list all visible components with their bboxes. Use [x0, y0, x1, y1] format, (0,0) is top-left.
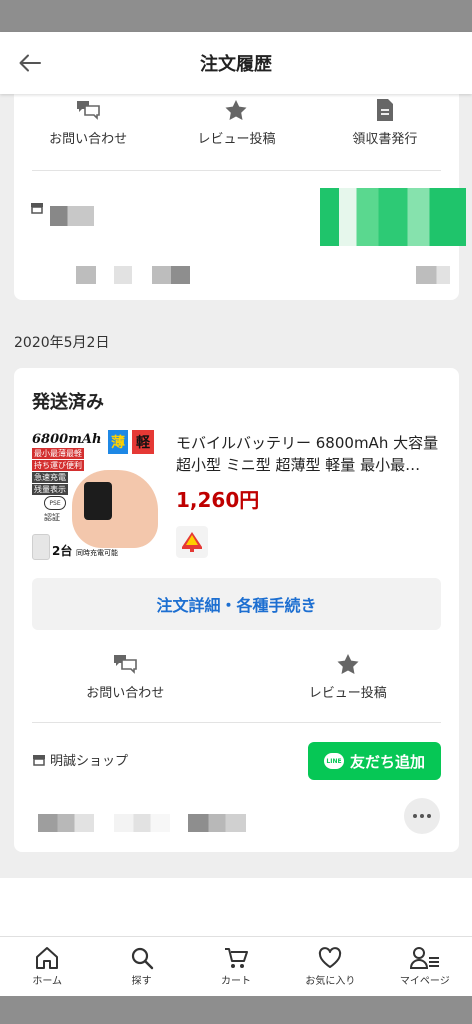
thumb-capacity: 6800mAh: [32, 432, 102, 447]
order-details-button[interactable]: 注文詳細・各種手続き: [32, 578, 441, 630]
shop-link[interactable]: 明誠ショップ: [32, 750, 128, 769]
status-bar: [0, 0, 472, 32]
review-button[interactable]: レビュー投稿: [237, 650, 460, 710]
shop-name: 明誠ショップ: [50, 754, 129, 769]
contact-label: お問い合わせ: [49, 132, 128, 147]
document-icon: [376, 99, 393, 121]
divider: [32, 170, 441, 171]
more-options-button[interactable]: [404, 798, 440, 834]
previous-order-card: お問い合わせ レビュー投稿 領収書発行: [14, 80, 466, 300]
tab-favorites-label: お気に入り: [305, 976, 356, 987]
product-name[interactable]: モバイルバッテリー 6800mAh 大容量 超小型 ミニ型 超薄型 軽量 最小最…: [176, 432, 446, 476]
app-header: 注文履歴: [0, 32, 472, 94]
heart-icon: [319, 947, 342, 968]
chat-icon: [114, 655, 138, 674]
list-end-area: [0, 878, 472, 936]
redacted-item-2: [114, 814, 170, 832]
back-button[interactable]: [14, 49, 46, 77]
shipping-status: 発送済み: [32, 392, 104, 413]
chat-icon: [77, 101, 100, 120]
redacted-friend-button: [320, 188, 466, 246]
tab-search-label: 探す: [131, 976, 152, 987]
redacted-item-2: [114, 266, 132, 284]
thumb-battery: [84, 482, 112, 520]
thumb-bottom-big: 2台: [52, 544, 73, 558]
page-title: 注文履歴: [200, 54, 272, 75]
redacted-item-4: [416, 266, 450, 284]
order-card: 発送済み 6800mAh 薄 軽 最小最薄最軽 持ち運び便利 急速充電 残量表示…: [14, 368, 459, 852]
bottom-tab-bar: ホーム 探す カート お気に入り マイページ: [0, 936, 472, 996]
arrow-left-icon: [19, 54, 41, 72]
review-label: レビュー投稿: [197, 132, 276, 147]
review-label: レビュー投稿: [308, 686, 387, 701]
contact-button[interactable]: お問い合わせ: [14, 96, 162, 156]
thumb-cert: 認証: [44, 513, 60, 522]
contact-label: お問い合わせ: [86, 686, 165, 701]
tab-home[interactable]: ホーム: [0, 937, 94, 996]
shop-icon: [31, 203, 43, 214]
product-price: 1,260円: [176, 488, 260, 512]
product-image[interactable]: 6800mAh 薄 軽 最小最薄最軽 持ち運び便利 急速充電 残量表示 PSE …: [32, 430, 158, 560]
redacted-item-3: [152, 266, 190, 284]
shop-logo[interactable]: [176, 526, 208, 558]
contact-button[interactable]: お問い合わせ: [14, 650, 237, 710]
add-friend-button[interactable]: LINE 友だち追加: [308, 742, 441, 780]
tent-logo-icon: [182, 532, 202, 552]
home-icon: [36, 947, 59, 969]
ellipsis-icon: [413, 814, 431, 818]
review-button[interactable]: レビュー投稿: [162, 96, 310, 156]
add-friend-label: 友だち追加: [349, 752, 425, 771]
star-icon: [337, 654, 359, 674]
redacted-item-3: [188, 814, 246, 832]
search-icon: [131, 947, 153, 970]
redacted-shop-name: [50, 206, 94, 226]
cart-icon: [225, 948, 249, 968]
redacted-item-1: [76, 266, 96, 284]
line-icon: LINE: [323, 753, 344, 769]
thumb-tag-2: 持ち運び便利: [32, 460, 84, 471]
shop-icon: [33, 754, 45, 766]
user-icon: [409, 947, 439, 969]
system-navigation-bar: [0, 996, 472, 1024]
thumb-pse: PSE: [44, 496, 66, 510]
tab-cart-label: カート: [221, 976, 252, 987]
divider: [32, 722, 441, 723]
star-icon: [225, 100, 247, 120]
tab-mypage[interactable]: マイページ: [378, 937, 472, 996]
order-date: 2020年5月2日: [14, 335, 110, 351]
receipt-label: 領収書発行: [352, 132, 418, 147]
thumb-badge-thin: 薄: [108, 430, 128, 454]
thumb-tag-4: 残量表示: [32, 484, 68, 495]
order-actions: お問い合わせ レビュー投稿: [14, 650, 459, 710]
thumb-mini-battery: [32, 534, 50, 560]
receipt-button[interactable]: 領収書発行: [311, 96, 459, 156]
tab-cart[interactable]: カート: [189, 937, 283, 996]
thumb-bottom-small: 同時充電可能: [76, 549, 118, 557]
redacted-item-1: [38, 814, 94, 832]
thumb-tag-3: 急速充電: [32, 472, 68, 483]
tab-search[interactable]: 探す: [94, 937, 188, 996]
tab-favorites[interactable]: お気に入り: [283, 937, 377, 996]
thumb-badge-light: 軽: [132, 430, 154, 454]
tab-mypage-label: マイページ: [399, 976, 450, 987]
thumb-tag-1: 最小最薄最軽: [32, 448, 84, 459]
tab-home-label: ホーム: [32, 976, 63, 987]
previous-order-actions: お問い合わせ レビュー投稿 領収書発行: [14, 96, 459, 156]
